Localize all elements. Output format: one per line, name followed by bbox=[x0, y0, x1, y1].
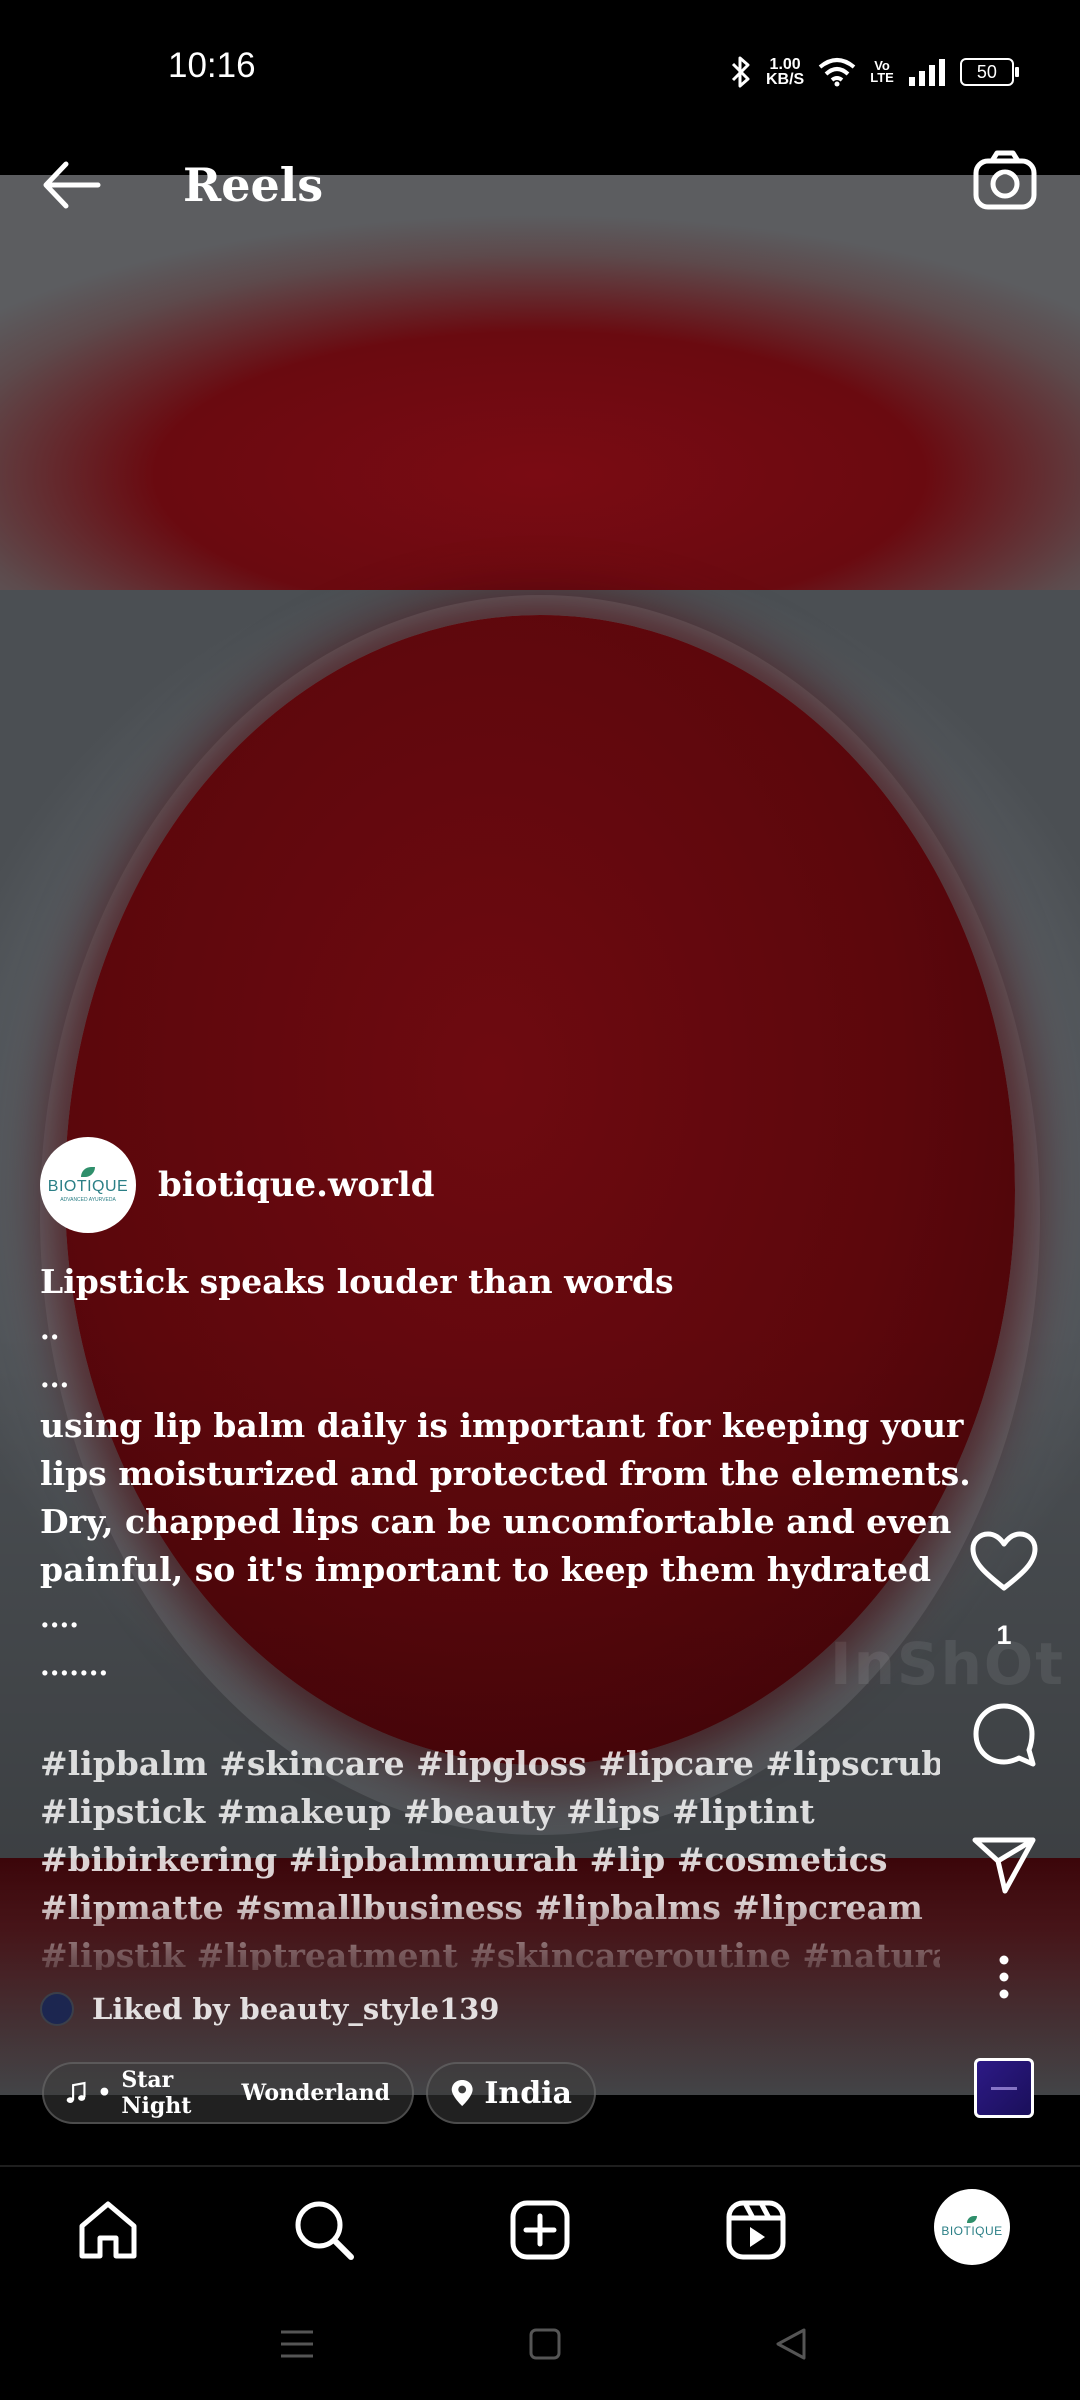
author-username[interactable]: biotique.world bbox=[158, 1165, 435, 1205]
post-hashtags[interactable]: #lipbalm #skincare #lipgloss #lipcare #l… bbox=[40, 1740, 940, 1970]
volte-indicator: Vo LTE bbox=[870, 59, 894, 85]
nav-create-button[interactable] bbox=[505, 2195, 575, 2265]
music-note-icon bbox=[66, 2081, 86, 2103]
battery-indicator: 50 bbox=[959, 58, 1019, 86]
audio-title: Wonderland bbox=[241, 2080, 390, 2106]
hashtag-line: #lipstick #makeup #beauty #lips #liptint bbox=[40, 1792, 815, 1831]
status-bar: 10:16 1.00 KB/S Vo LTE 50 bbox=[0, 0, 1080, 150]
nav-home-button[interactable] bbox=[73, 2195, 143, 2265]
audio-thumbnail[interactable] bbox=[974, 2058, 1034, 2118]
caption-line: lips moisturized and protected from the … bbox=[40, 1454, 971, 1493]
system-back-button[interactable] bbox=[766, 2319, 816, 2369]
nav-profile-button[interactable]: BIOTIQUE bbox=[934, 2189, 1010, 2265]
audio-artist: Star Night bbox=[121, 2067, 192, 2119]
post-chips: • Star Night Wonderland India bbox=[42, 2062, 596, 2124]
camera-icon bbox=[973, 150, 1037, 210]
hashtag-line: #lipstik #liptreatment #skincareroutine … bbox=[40, 1936, 940, 1970]
hashtag-line: #lipbalm #skincare #lipgloss #lipcare #l… bbox=[40, 1744, 940, 1783]
search-icon bbox=[295, 2201, 354, 2260]
profile-brand: BIOTIQUE bbox=[941, 2224, 1003, 2238]
network-speed: 1.00 KB/S bbox=[766, 56, 805, 88]
hashtag-line: #lipmatte #smallbusiness #lipbalms #lipc… bbox=[40, 1888, 923, 1927]
triangle-back-icon bbox=[776, 2328, 806, 2360]
location-pin-icon bbox=[451, 2079, 473, 2107]
more-vertical-icon bbox=[999, 1955, 1009, 1999]
avatar-subtitle: ADVANCED AYURVEDA bbox=[60, 1197, 116, 1203]
more-options-button[interactable] bbox=[964, 1955, 1044, 1999]
avatar-brand: BIOTIQUE bbox=[47, 1178, 129, 1195]
reels-screen: InShOt 10:16 1.00 KB/S Vo LTE 50 Reels B… bbox=[0, 0, 1080, 2400]
status-icons: 1.00 KB/S Vo LTE 50 bbox=[730, 52, 1019, 92]
caption-line: Lipstick speaks louder than words bbox=[40, 1262, 674, 1301]
audio-separator: • bbox=[97, 2080, 112, 2106]
menu-lines-icon bbox=[281, 2330, 313, 2358]
comment-button[interactable] bbox=[964, 1700, 1044, 1770]
home-icon bbox=[79, 2201, 137, 2259]
nav-search-button[interactable] bbox=[289, 2195, 359, 2265]
post-caption[interactable]: Lipstick speaks louder than words .. ...… bbox=[40, 1258, 971, 1690]
location-chip[interactable]: India bbox=[426, 2062, 596, 2124]
liked-by-text: Liked by beauty_style139 bbox=[92, 1992, 500, 2026]
location-text: India bbox=[484, 2075, 572, 2111]
add-square-icon bbox=[510, 2200, 570, 2260]
liker-avatar bbox=[40, 1992, 74, 2026]
system-navigation bbox=[0, 2285, 1080, 2400]
heart-icon bbox=[970, 1531, 1038, 1591]
caption-line: painful, so it's important to keep them … bbox=[40, 1550, 932, 1589]
reels-icon bbox=[726, 2200, 786, 2260]
network-speed-value: 1.00 bbox=[769, 56, 801, 73]
hashtag-line: #bibirkering #lipbalmmurah #lip #cosmeti… bbox=[40, 1840, 888, 1879]
volte-bottom: LTE bbox=[870, 70, 894, 85]
audio-chip[interactable]: • Star Night Wonderland bbox=[42, 2062, 414, 2124]
wifi-icon bbox=[818, 58, 856, 87]
comment-icon bbox=[973, 1703, 1036, 1767]
leaf-icon bbox=[967, 2216, 977, 2223]
camera-button[interactable] bbox=[970, 145, 1040, 215]
leaf-icon bbox=[81, 1167, 95, 1177]
system-home-button[interactable] bbox=[520, 2319, 570, 2369]
like-count[interactable]: 1 bbox=[964, 1620, 1044, 1651]
caption-line: .... bbox=[40, 1601, 79, 1634]
system-recents-button[interactable] bbox=[272, 2319, 322, 2369]
post-author[interactable]: BIOTIQUE ADVANCED AYURVEDA biotique.worl… bbox=[40, 1137, 435, 1233]
like-button[interactable] bbox=[964, 1530, 1044, 1594]
caption-line: Dry, chapped lips can be uncomfortable a… bbox=[40, 1502, 952, 1541]
square-icon bbox=[529, 2328, 561, 2360]
author-avatar[interactable]: BIOTIQUE ADVANCED AYURVEDA bbox=[40, 1137, 136, 1233]
share-button[interactable] bbox=[964, 1835, 1044, 1895]
liked-by[interactable]: Liked by beauty_style139 bbox=[40, 1992, 499, 2026]
caption-line: ... bbox=[40, 1361, 70, 1394]
back-arrow-icon bbox=[43, 161, 101, 209]
signal-icon bbox=[908, 59, 945, 86]
network-speed-unit: KB/S bbox=[766, 71, 805, 88]
back-button[interactable] bbox=[38, 150, 108, 220]
caption-line: ....... bbox=[40, 1649, 109, 1682]
page-title: Reels bbox=[183, 158, 324, 212]
status-time: 10:16 bbox=[168, 46, 256, 85]
caption-line: using lip balm daily is important for ke… bbox=[40, 1406, 964, 1445]
nav-reels-button[interactable] bbox=[721, 2195, 791, 2265]
caption-line: .. bbox=[40, 1313, 60, 1346]
send-icon bbox=[972, 1837, 1036, 1894]
bottom-navigation: BIOTIQUE bbox=[0, 2165, 1080, 2287]
bluetooth-icon bbox=[731, 56, 750, 88]
